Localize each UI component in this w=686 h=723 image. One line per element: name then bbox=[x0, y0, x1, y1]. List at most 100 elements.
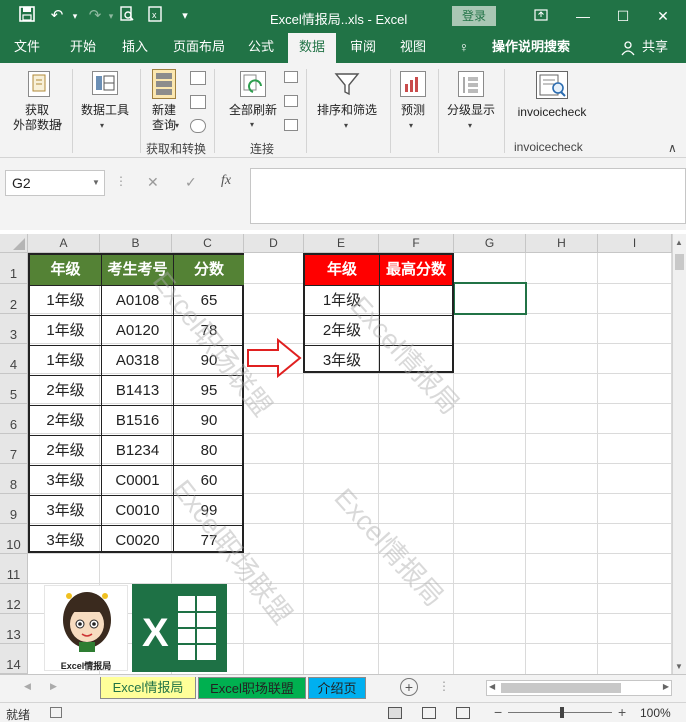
table-cell[interactable]: 3年级 bbox=[30, 465, 102, 495]
tab-page-layout[interactable]: 页面布局 bbox=[166, 33, 232, 63]
ribbon-display-icon[interactable] bbox=[526, 5, 556, 27]
qat-customize-icon[interactable]: ▾ bbox=[174, 6, 196, 26]
row-header[interactable]: 1 bbox=[0, 253, 28, 284]
tab-home[interactable]: 开始 bbox=[60, 33, 106, 63]
table-cell[interactable]: 2年级 bbox=[30, 435, 102, 465]
row-header[interactable]: 7 bbox=[0, 434, 28, 464]
login-button[interactable]: 登录 bbox=[452, 6, 496, 26]
properties-icon[interactable] bbox=[284, 95, 298, 107]
insert-function-icon[interactable]: fx bbox=[221, 173, 231, 189]
cancel-icon[interactable]: ✕ bbox=[147, 174, 159, 191]
connections-icon[interactable] bbox=[284, 71, 298, 83]
table-cell[interactable]: 78 bbox=[174, 315, 244, 345]
table-cell[interactable]: A0108 bbox=[102, 285, 174, 315]
column-header-e[interactable]: E bbox=[304, 234, 379, 253]
show-queries-icon[interactable] bbox=[190, 71, 206, 85]
tab-file[interactable]: 文件 bbox=[4, 33, 50, 63]
page-layout-view-icon[interactable] bbox=[422, 707, 436, 719]
next-sheet-icon[interactable]: ▶ bbox=[50, 681, 57, 692]
table-header[interactable]: 年级 bbox=[30, 255, 102, 285]
table-cell[interactable]: C0001 bbox=[102, 465, 174, 495]
row-header[interactable]: 9 bbox=[0, 494, 28, 524]
table-cell[interactable] bbox=[380, 345, 452, 373]
outline-button[interactable]: 分级显示 bbox=[442, 103, 500, 118]
recent-sources-icon[interactable] bbox=[190, 119, 206, 133]
page-break-view-icon[interactable] bbox=[456, 707, 470, 719]
row-header[interactable]: 4 bbox=[0, 344, 28, 374]
row-header[interactable]: 3 bbox=[0, 314, 28, 344]
name-box[interactable]: G2 bbox=[5, 170, 105, 196]
zoom-slider-thumb[interactable] bbox=[560, 707, 564, 718]
row-header[interactable]: 5 bbox=[0, 374, 28, 404]
table-header[interactable]: 最高分数 bbox=[380, 255, 452, 285]
horizontal-scrollbar[interactable]: ◀ ▶ bbox=[486, 680, 672, 696]
forecast-button[interactable]: 预测 bbox=[396, 103, 430, 118]
table-cell[interactable]: C0020 bbox=[102, 525, 174, 553]
table-cell[interactable]: 1年级 bbox=[30, 285, 102, 315]
table-cell[interactable]: C0010 bbox=[102, 495, 174, 525]
collapse-ribbon-icon[interactable]: ∧ bbox=[668, 141, 677, 155]
column-header-a[interactable]: A bbox=[28, 234, 100, 253]
scroll-up-icon[interactable]: ▲ bbox=[675, 238, 683, 247]
row-header[interactable]: 13 bbox=[0, 614, 28, 644]
tab-data[interactable]: 数据 bbox=[288, 33, 336, 63]
tell-me-search[interactable]: 操作说明搜索 bbox=[476, 33, 586, 63]
table-cell[interactable]: 90 bbox=[174, 345, 244, 375]
column-header-h[interactable]: H bbox=[526, 234, 598, 253]
row-header[interactable]: 12 bbox=[0, 584, 28, 614]
table-header[interactable]: 考生考号 bbox=[102, 255, 174, 285]
table-cell[interactable]: 3年级 bbox=[305, 345, 380, 373]
minimize-icon[interactable]: — bbox=[568, 5, 598, 27]
column-header-c[interactable]: C bbox=[172, 234, 244, 253]
table-cell[interactable]: A0120 bbox=[102, 315, 174, 345]
table-header[interactable]: 年级 bbox=[305, 255, 380, 285]
zoom-in-icon[interactable]: + bbox=[618, 704, 626, 720]
column-header-d[interactable]: D bbox=[244, 234, 304, 253]
table-cell[interactable]: 60 bbox=[174, 465, 244, 495]
sheet-tab-excel-league[interactable]: Excel职场联盟 bbox=[198, 677, 306, 699]
print-preview-icon[interactable] bbox=[116, 6, 138, 26]
tab-view[interactable]: 视图 bbox=[390, 33, 436, 63]
zoom-out-icon[interactable]: − bbox=[494, 704, 502, 720]
table-cell[interactable]: 90 bbox=[174, 405, 244, 435]
scroll-thumb[interactable] bbox=[675, 254, 684, 270]
table-cell[interactable]: B1234 bbox=[102, 435, 174, 465]
invoicecheck-button[interactable]: invoicecheck bbox=[508, 105, 596, 120]
table-header[interactable]: 分数 bbox=[174, 255, 244, 285]
undo-dropdown-icon[interactable]: ▾ bbox=[64, 6, 86, 26]
sort-filter-button[interactable]: 排序和筛选 bbox=[310, 103, 384, 118]
vertical-scrollbar[interactable]: ▲ ▼ bbox=[672, 234, 686, 674]
select-all-corner[interactable] bbox=[0, 234, 28, 253]
add-sheet-icon[interactable]: + bbox=[400, 678, 418, 696]
row-header[interactable]: 6 bbox=[0, 404, 28, 434]
edit-links-icon[interactable] bbox=[284, 119, 298, 131]
table-cell[interactable] bbox=[380, 285, 452, 315]
row-header[interactable]: 11 bbox=[0, 554, 28, 584]
prev-sheet-icon[interactable]: ◀ bbox=[24, 681, 31, 692]
column-header-i[interactable]: I bbox=[598, 234, 672, 253]
scroll-right-icon[interactable]: ▶ bbox=[663, 682, 669, 691]
column-header-b[interactable]: B bbox=[100, 234, 172, 253]
enter-icon[interactable]: ✓ bbox=[185, 174, 197, 191]
refresh-all-button[interactable]: 全部刷新 bbox=[226, 103, 280, 118]
table-cell[interactable]: 80 bbox=[174, 435, 244, 465]
worksheet-grid[interactable]: A B C D E F G H I 1 2 3 4 5 6 7 8 9 10 1… bbox=[0, 234, 672, 674]
table-cell[interactable]: 65 bbox=[174, 285, 244, 315]
table-cell[interactable]: B1516 bbox=[102, 405, 174, 435]
table-cell[interactable]: 1年级 bbox=[30, 315, 102, 345]
table-cell[interactable]: 3年级 bbox=[30, 525, 102, 553]
tab-insert[interactable]: 插入 bbox=[112, 33, 158, 63]
table-cell[interactable]: 95 bbox=[174, 375, 244, 405]
sheetbar-split-icon[interactable]: ⋮ bbox=[438, 679, 450, 693]
data-tools-button[interactable]: 数据工具 bbox=[76, 103, 134, 118]
name-box-dropdown-icon[interactable]: ▼ bbox=[92, 178, 100, 187]
scroll-left-icon[interactable]: ◀ bbox=[489, 682, 495, 691]
row-header[interactable]: 10 bbox=[0, 524, 28, 554]
table-cell[interactable]: A0318 bbox=[102, 345, 174, 375]
normal-view-icon[interactable] bbox=[388, 707, 402, 719]
scroll-down-icon[interactable]: ▼ bbox=[675, 662, 683, 671]
column-header-f[interactable]: F bbox=[379, 234, 454, 253]
close-icon[interactable]: ✕ bbox=[648, 5, 678, 27]
column-header-g[interactable]: G bbox=[454, 234, 526, 253]
table-cell[interactable]: 2年级 bbox=[30, 405, 102, 435]
